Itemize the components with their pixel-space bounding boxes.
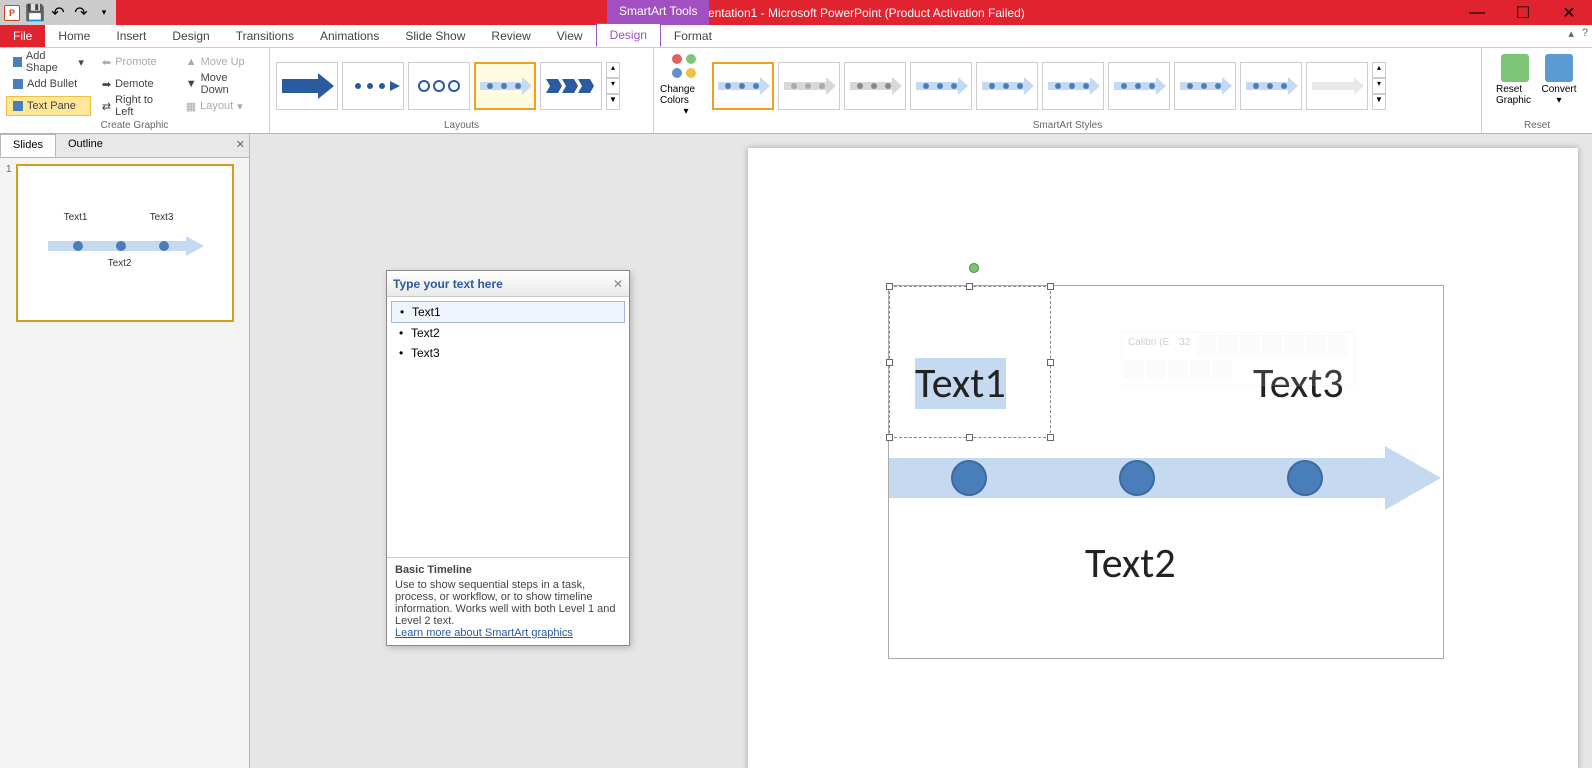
style-item[interactable] [976, 62, 1038, 110]
text-selection-box[interactable] [889, 286, 1051, 438]
slides-tab[interactable]: Slides [0, 134, 56, 157]
group-create-graphic: Add Shape ▾ Add Bullet Text Pane ⬅ Promo… [0, 48, 270, 133]
text-pane-item[interactable]: Text2 [391, 323, 625, 343]
group-label-create-graphic: Create Graphic [6, 118, 263, 133]
panel-close-icon[interactable]: ✕ [236, 138, 245, 151]
text-pane-list[interactable]: Text1 Text2 Text3 [387, 297, 629, 557]
style-item[interactable] [844, 62, 906, 110]
tab-insert[interactable]: Insert [103, 25, 159, 47]
style-item[interactable] [910, 62, 972, 110]
tab-transitions[interactable]: Transitions [223, 25, 307, 47]
outline-tab[interactable]: Outline [56, 134, 115, 157]
ribbon-tabs: File Home Insert Design Transitions Anim… [0, 25, 1592, 48]
layout-item[interactable] [540, 62, 602, 110]
style-item[interactable] [1042, 62, 1104, 110]
add-shape-button[interactable]: Add Shape ▾ [6, 52, 91, 72]
layout-item[interactable] [408, 62, 470, 110]
demote-button[interactable]: ➡ Demote [95, 74, 175, 94]
close-button[interactable]: ✕ [1546, 0, 1592, 25]
learn-more-link[interactable]: Learn more about SmartArt graphics [395, 627, 573, 639]
text-pane-footer: Basic Timeline Use to show sequential st… [387, 557, 629, 645]
reset-graphic-button[interactable]: Reset Graphic [1496, 54, 1534, 118]
smartart-container[interactable]: Text1 Text2 Text3 Calibri (E 32 [888, 285, 1444, 659]
undo-icon[interactable]: ↶ [48, 3, 68, 23]
text-pane-button[interactable]: Text Pane [6, 96, 91, 116]
smartart-text2[interactable]: Text2 [1085, 538, 1176, 589]
quick-access-toolbar: P 💾 ↶ ↷ ▾ [0, 0, 116, 25]
text-pane-title: Type your text here [393, 277, 503, 291]
slide-canvas[interactable]: Text1 Text2 Text3 Calibri (E 32 [748, 148, 1578, 768]
slide-thumbnail[interactable]: Text1 Text3 Text2 [16, 164, 234, 322]
title-bar: P 💾 ↶ ↷ ▾ Presentation1 - Microsoft Powe… [0, 0, 1592, 25]
timeline-arrow[interactable] [889, 446, 1445, 510]
help-icon[interactable]: ? [1582, 27, 1588, 40]
move-up-button[interactable]: ▲ Move Up [179, 52, 259, 72]
window-controls: — ☐ ✕ [1454, 0, 1592, 25]
mini-toolbar[interactable]: Calibri (E 32 [1121, 332, 1355, 386]
tab-smartart-design[interactable]: Design [596, 23, 661, 47]
promote-button[interactable]: ⬅ Promote [95, 52, 175, 72]
tab-smartart-format[interactable]: Format [661, 25, 725, 47]
group-label-styles: SmartArt Styles [660, 118, 1475, 133]
text-pane-panel[interactable]: Type your text here ✕ Text1 Text2 Text3 … [386, 270, 630, 646]
group-smartart-styles: Change Colors ▾ ▴▾▼ SmartArt Styles [654, 48, 1482, 133]
maximize-button[interactable]: ☐ [1500, 0, 1546, 25]
tab-file[interactable]: File [0, 25, 45, 47]
tab-review[interactable]: Review [478, 25, 543, 47]
layout-item-selected[interactable] [474, 62, 536, 110]
text-pane-item[interactable]: Text3 [391, 343, 625, 363]
group-label-layouts: Layouts [276, 118, 647, 133]
footer-title: Basic Timeline [395, 564, 621, 576]
tab-view[interactable]: View [544, 25, 596, 47]
timeline-dot[interactable] [1119, 460, 1155, 496]
styles-scroll[interactable]: ▴▾▼ [1372, 62, 1386, 110]
group-label-reset: Reset [1488, 118, 1586, 133]
right-to-left-button[interactable]: ⇄ Right to Left [95, 96, 175, 116]
add-bullet-button[interactable]: Add Bullet [6, 74, 91, 94]
change-colors-button[interactable]: Change Colors ▾ [660, 50, 712, 118]
convert-button[interactable]: Convert ▾ [1540, 54, 1578, 118]
tab-home[interactable]: Home [45, 25, 103, 47]
rotate-handle[interactable] [969, 263, 979, 273]
tab-slideshow[interactable]: Slide Show [392, 25, 478, 47]
group-reset: Reset Graphic Convert ▾ Reset [1482, 48, 1592, 133]
tab-design-main[interactable]: Design [159, 25, 222, 47]
window-title: Presentation1 - Microsoft PowerPoint (Pr… [116, 6, 1592, 20]
save-icon[interactable]: 💾 [25, 3, 45, 23]
layout-button[interactable]: ▦ Layout ▾ [179, 96, 259, 116]
text-pane-close-icon[interactable]: ✕ [613, 277, 623, 291]
tab-animations[interactable]: Animations [307, 25, 392, 47]
move-down-button[interactable]: ▼ Move Down [179, 74, 259, 94]
workspace: Slides Outline ✕ 1 Text1 Text3 Text2 [0, 134, 1592, 768]
layouts-scroll[interactable]: ▴▾▼ [606, 62, 620, 110]
redo-icon[interactable]: ↷ [71, 3, 91, 23]
powerpoint-icon[interactable]: P [2, 3, 22, 23]
smartart-tools-tab: SmartArt Tools [607, 0, 709, 25]
style-item-selected[interactable] [712, 62, 774, 110]
qat-dropdown-icon[interactable]: ▾ [94, 3, 114, 23]
group-layouts: ▴▾▼ Layouts [270, 48, 654, 133]
style-item[interactable] [1240, 62, 1302, 110]
slide-number: 1 [6, 164, 12, 322]
style-item[interactable] [1174, 62, 1236, 110]
slide-panel: Slides Outline ✕ 1 Text1 Text3 Text2 [0, 134, 250, 768]
style-item[interactable] [1306, 62, 1368, 110]
ribbon: Add Shape ▾ Add Bullet Text Pane ⬅ Promo… [0, 48, 1592, 134]
text-pane-item[interactable]: Text1 [391, 301, 625, 323]
layout-item[interactable] [342, 62, 404, 110]
style-item[interactable] [778, 62, 840, 110]
style-item[interactable] [1108, 62, 1170, 110]
timeline-dot[interactable] [951, 460, 987, 496]
minimize-ribbon-icon[interactable]: ▴ [1568, 27, 1574, 40]
layout-item[interactable] [276, 62, 338, 110]
minimize-button[interactable]: — [1454, 0, 1500, 25]
timeline-dot[interactable] [1287, 460, 1323, 496]
footer-desc: Use to show sequential steps in a task, … [395, 579, 621, 627]
